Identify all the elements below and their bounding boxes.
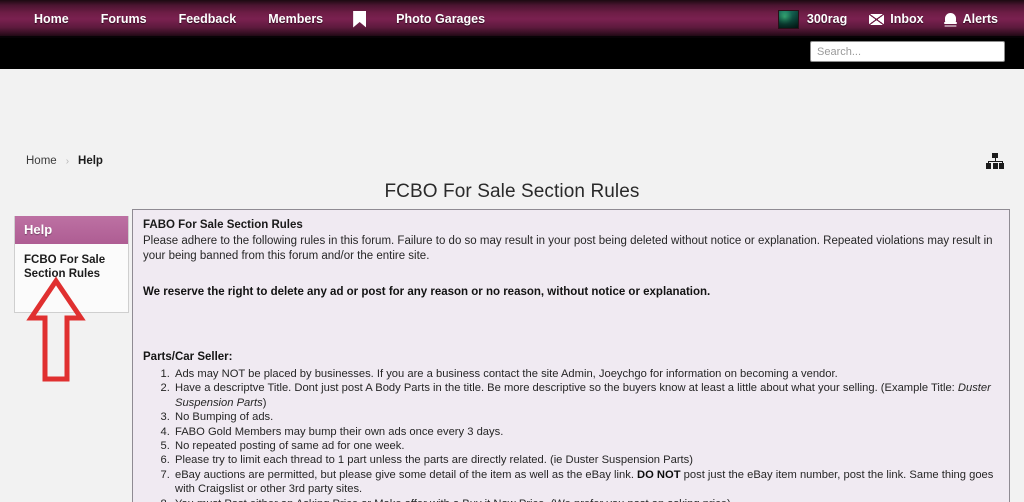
page-title: FCBO For Sale Section Rules: [384, 181, 640, 202]
rule-list-item: Ads may NOT be placed by businesses. If …: [173, 367, 999, 381]
breadcrumb: Home › Help: [26, 155, 103, 167]
rule-list-item: You must Post either an Asking Price or …: [173, 497, 999, 502]
rule-list-item: FABO Gold Members may bump their own ads…: [173, 425, 999, 439]
username-link[interactable]: 300rag: [801, 0, 859, 38]
content-intro-paragraph: Please adhere to the following rules in …: [143, 235, 993, 262]
nav-alerts[interactable]: Alerts: [934, 12, 1008, 26]
bell-icon: [943, 12, 957, 26]
sidebar-item-fcbo-for-sale-section-rules[interactable]: FCBO For Sale Section Rules: [15, 250, 128, 284]
sidebar-header: Help: [15, 216, 128, 244]
avatar[interactable]: [777, 9, 799, 29]
nav-bookmarks-button[interactable]: [339, 0, 380, 38]
bookmark-icon: [353, 10, 367, 28]
sitemap-icon[interactable]: [986, 153, 1004, 169]
breadcrumb-current: Help: [78, 155, 103, 167]
nav-alerts-label: Alerts: [962, 12, 998, 26]
user-nav-links: 300rag Inbox Alerts: [777, 0, 1008, 38]
rules-list: Ads may NOT be placed by businesses. If …: [143, 367, 999, 502]
search-bar-strip: [0, 38, 1024, 69]
search-input[interactable]: [810, 41, 1005, 62]
rule-list-item: No repeated posting of same ad for one w…: [173, 439, 999, 453]
envelope-icon: [869, 13, 885, 25]
nav-inbox[interactable]: Inbox: [859, 12, 933, 26]
rules-content-panel: FABO For Sale Section Rules Please adher…: [132, 209, 1010, 502]
breadcrumb-separator-icon: ›: [65, 155, 70, 167]
rule-list-item: Please try to limit each thread to 1 par…: [173, 453, 999, 467]
nav-members[interactable]: Members: [252, 0, 339, 38]
nav-forums[interactable]: Forums: [85, 0, 163, 38]
breadcrumb-home[interactable]: Home: [26, 155, 57, 167]
nav-photo-garages[interactable]: Photo Garages: [380, 0, 501, 38]
rule-list-item: Have a descriptve Title. Dont just post …: [173, 381, 999, 410]
page-body: Home › Help FCBO For Sale Section Rules …: [0, 69, 1024, 502]
top-navigation-bar: Home Forums Feedback Members Photo Garag…: [0, 0, 1024, 38]
nav-home[interactable]: Home: [18, 0, 85, 38]
content-notice: We reserve the right to delete any ad or…: [143, 286, 711, 298]
nav-feedback[interactable]: Feedback: [163, 0, 253, 38]
rule-list-item: eBay auctions are permitted, but please …: [173, 468, 999, 497]
nav-inbox-label: Inbox: [890, 12, 924, 26]
help-sidebar: Help FCBO For Sale Section Rules: [14, 216, 129, 313]
content-heading: FABO For Sale Section Rules: [143, 219, 303, 231]
section-label-parts-car-seller: Parts/Car Seller:: [143, 351, 233, 363]
rule-list-item: No Bumping of ads.: [173, 410, 999, 424]
primary-nav-links: Home Forums Feedback Members Photo Garag…: [18, 0, 501, 38]
sidebar-list: FCBO For Sale Section Rules: [15, 244, 128, 312]
